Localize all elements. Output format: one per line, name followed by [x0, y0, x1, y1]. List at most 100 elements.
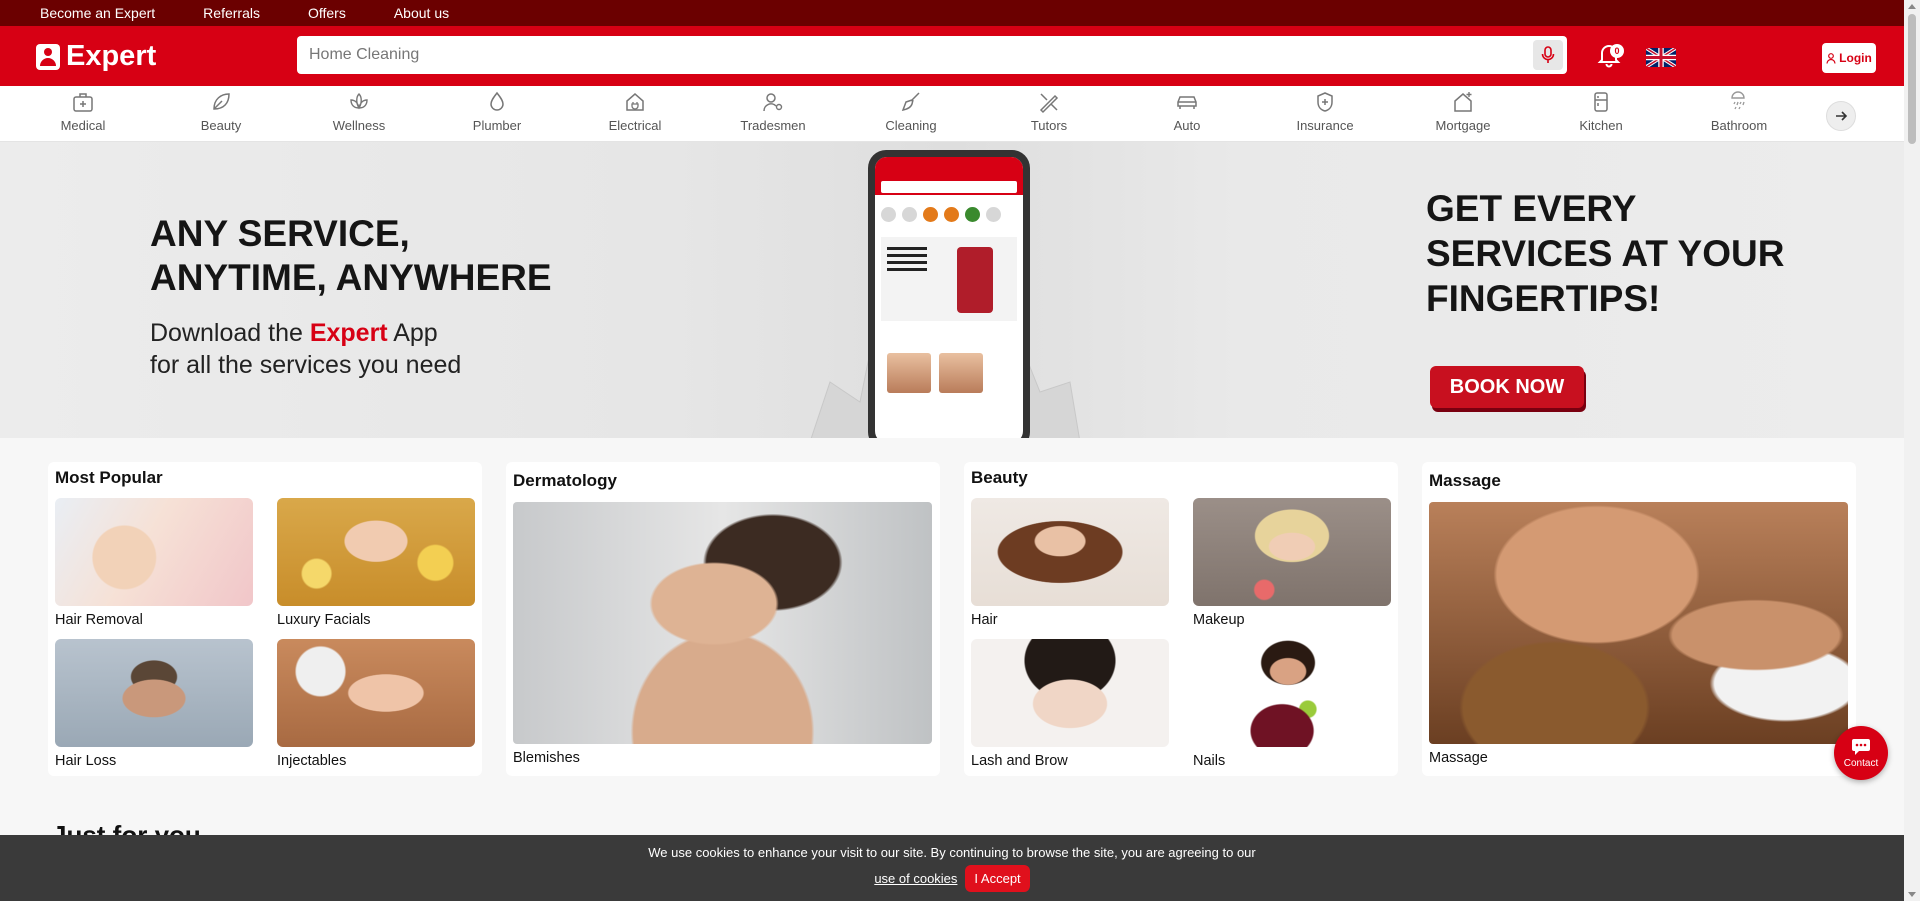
tile-label: Massage: [1429, 750, 1488, 766]
microphone-icon[interactable]: [1533, 40, 1563, 70]
category-plumber[interactable]: Plumber: [442, 90, 552, 138]
luxury-facials-image: [277, 498, 475, 606]
chat-bubble-icon: [1852, 738, 1870, 755]
category-next-button[interactable]: [1826, 101, 1856, 131]
category-mortgage[interactable]: Mortgage: [1408, 90, 1518, 138]
link-offers[interactable]: Offers: [308, 5, 346, 21]
link-become-expert[interactable]: Become an Expert: [40, 5, 155, 21]
category-bathroom[interactable]: Bathroom: [1684, 90, 1794, 138]
tile-injectables[interactable]: Injectables: [277, 639, 475, 769]
phone-app-mockup: [868, 150, 1030, 438]
scroll-up-arrow-icon[interactable]: [1908, 4, 1916, 9]
shower-icon: [1731, 91, 1745, 110]
lotus-icon: [350, 93, 368, 110]
search-bar: [297, 36, 1567, 74]
phone-screen: [875, 157, 1023, 438]
category-bar: Medical Beauty Wellness Plumber Electric…: [0, 86, 1904, 142]
category-tradesmen[interactable]: Tradesmen: [718, 90, 828, 138]
top-links-bar: Become an Expert Referrals Offers About …: [0, 0, 1904, 26]
category-auto[interactable]: Auto: [1132, 90, 1242, 138]
login-button[interactable]: Login: [1822, 43, 1876, 73]
section-dermatology: Dermatology Blemishes: [506, 462, 940, 776]
brush-icon: [901, 92, 920, 112]
hair-removal-image: [55, 498, 253, 606]
tile-blemishes[interactable]: Blemishes: [513, 502, 932, 766]
tile-hair[interactable]: Hair: [971, 498, 1169, 628]
banner-sub-line2: for all the services you need: [150, 351, 462, 379]
category-insurance[interactable]: Insurance: [1270, 90, 1380, 138]
category-label: Cleaning: [885, 118, 937, 133]
phone-app-thumbnails: [887, 353, 983, 393]
hair-image: [971, 498, 1169, 606]
makeup-image: [1193, 498, 1391, 606]
search-input[interactable]: [297, 36, 1533, 74]
promo-banner[interactable]: ANY SERVICE, ANYTIME, ANYWHERE Download …: [0, 142, 1904, 438]
tile-nails[interactable]: Nails: [1193, 639, 1391, 769]
banner-sub-post: App: [387, 319, 438, 347]
tile-hair-loss[interactable]: Hair Loss: [55, 639, 253, 769]
worker-icon: [763, 93, 783, 112]
tile-massage[interactable]: Massage: [1429, 502, 1848, 766]
cookie-message: We use cookies to enhance your visit to …: [648, 845, 1256, 860]
phone-app-promo: [881, 237, 1017, 321]
category-label: Plumber: [472, 118, 522, 133]
scrollbar-thumb[interactable]: [1908, 14, 1916, 144]
tile-label: Lash and Brow: [971, 753, 1068, 769]
user-icon: [1826, 52, 1836, 64]
tile-label: Blemishes: [513, 750, 580, 766]
lash-and-brow-image: [971, 639, 1169, 747]
tile-label: Hair Loss: [55, 753, 117, 769]
tile-label: Makeup: [1193, 612, 1245, 628]
category-tutors[interactable]: Tutors: [994, 90, 1104, 138]
house-plus-icon: [1454, 92, 1472, 112]
tile-label: Hair Removal: [55, 612, 143, 628]
book-now-button[interactable]: BOOK NOW: [1430, 366, 1584, 408]
category-kitchen[interactable]: Kitchen: [1546, 90, 1656, 138]
category-wellness[interactable]: Wellness: [304, 90, 414, 138]
banner-subtitle: Download the Expert App for all the serv…: [150, 317, 461, 381]
login-label: Login: [1839, 51, 1872, 65]
contact-label: Contact: [1843, 757, 1879, 769]
category-cleaning[interactable]: Cleaning: [856, 90, 966, 138]
category-medical[interactable]: Medical: [28, 90, 138, 138]
tile-label: Luxury Facials: [277, 612, 371, 628]
blemishes-image: [513, 502, 932, 744]
category-label: Electrical: [608, 118, 662, 133]
uk-flag-icon[interactable]: [1645, 46, 1677, 69]
banner-headline: ANY SERVICE, ANYTIME, ANYWHERE: [150, 213, 552, 298]
link-about-us[interactable]: About us: [394, 5, 449, 21]
accept-cookies-button[interactable]: I Accept: [965, 865, 1030, 892]
tile-lash-and-brow[interactable]: Lash and Brow: [971, 639, 1169, 769]
nails-image: [1193, 639, 1391, 747]
category-label: Beauty: [200, 118, 242, 133]
category-beauty[interactable]: Beauty: [166, 90, 276, 138]
shield-plus-icon: [1317, 92, 1333, 112]
contact-button[interactable]: Contact: [1834, 726, 1888, 780]
tile-luxury-facials[interactable]: Luxury Facials: [277, 498, 475, 628]
tile-makeup[interactable]: Makeup: [1193, 498, 1391, 628]
droplet-icon: [490, 91, 504, 111]
banner-sub-brand: Expert: [309, 319, 388, 347]
tile-label: Injectables: [277, 753, 347, 769]
arrow-right-icon: [1836, 111, 1848, 121]
expert-logo[interactable]: Expert: [36, 40, 156, 73]
section-title: Dermatology: [513, 471, 617, 490]
scroll-down-arrow-icon[interactable]: [1908, 892, 1916, 897]
link-referrals[interactable]: Referrals: [203, 5, 260, 21]
tile-label: Nails: [1193, 753, 1226, 769]
section-massage: Massage Massage: [1422, 462, 1856, 776]
category-electrical[interactable]: Electrical: [580, 90, 690, 138]
category-label: Insurance: [1296, 118, 1354, 133]
section-title: Most Popular: [55, 468, 163, 487]
phone-app-categories: [881, 207, 1001, 222]
injectables-image: [277, 639, 475, 747]
plug-icon: [626, 93, 644, 111]
cookie-policy-link[interactable]: use of cookies: [874, 871, 957, 886]
main-header: Expert 0 Login: [0, 26, 1904, 86]
section-title: Beauty: [971, 468, 1028, 487]
banner-right-headline: GET EVERY SERVICES AT YOUR FINGERTIPS!: [1426, 188, 1785, 319]
tile-hair-removal[interactable]: Hair Removal: [55, 498, 253, 628]
tile-label: Hair: [971, 612, 998, 628]
page-scrollbar[interactable]: [1904, 0, 1920, 901]
brand-name: Expert: [66, 40, 157, 72]
